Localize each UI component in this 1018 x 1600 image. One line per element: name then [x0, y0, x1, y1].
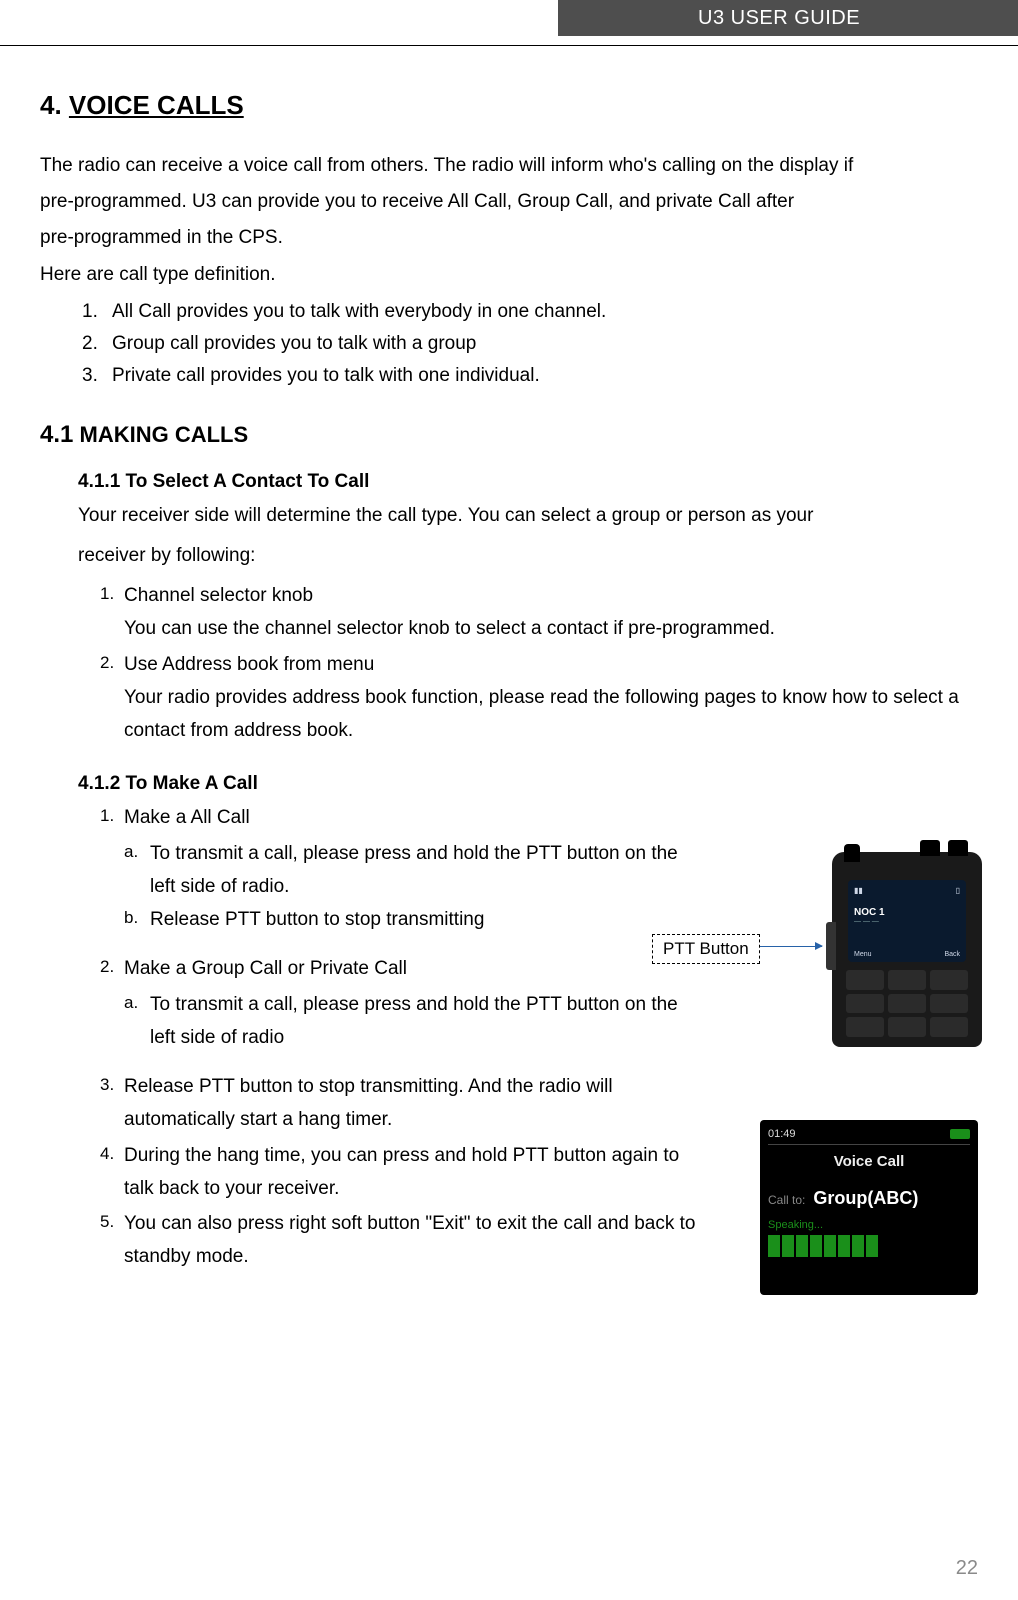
call-to-group: Group(ABC) [813, 1188, 918, 1209]
list-item: 3.Private call provides you to talk with… [82, 360, 980, 392]
list-item: 1.All Call provides you to talk with eve… [82, 296, 980, 328]
list-item: 2.Use Address book from menu Your radio … [100, 648, 980, 748]
radio-knob [948, 840, 968, 856]
screen-status-bar: 01:49 [768, 1128, 970, 1145]
battery-icon [950, 1129, 970, 1139]
list-item: 1.Channel selector knob You can use the … [100, 579, 980, 646]
subsection-title: MAKING CALLS [80, 422, 249, 447]
intro-line-3: pre-programmed in the CPS. [40, 221, 980, 255]
ptt-label: PTT Button [652, 934, 760, 964]
list-item: 2.Group call provides you to talk with a… [82, 328, 980, 360]
call-to-label: Call to: [768, 1193, 805, 1207]
page-number: 22 [956, 1557, 978, 1580]
speaking-label: Speaking... [768, 1219, 970, 1231]
heading-text: VOICE CALLS [69, 90, 244, 120]
subsection-number: 4.1 [40, 421, 73, 448]
radio-antenna [844, 844, 860, 862]
heading-412: 4.1.2 To Make A Call [78, 773, 980, 795]
section-number: 4. [40, 90, 62, 120]
header-bar: U3 USER GUIDE [558, 0, 1018, 36]
s411-intro-2: receiver by following: [78, 539, 980, 573]
radio-knob [920, 840, 940, 856]
definition-list: 1.All Call provides you to talk with eve… [40, 296, 980, 393]
figure-voice-call-screen: 01:49 Voice Call Call to: Group(ABC) Spe… [760, 1120, 978, 1295]
header-title: U3 USER GUIDE [698, 7, 860, 30]
header-divider [0, 45, 1018, 46]
heading-411: 4.1.1 To Select A Contact To Call [78, 471, 980, 493]
radio-ptt-button [826, 922, 836, 970]
page-content: 4. VOICE CALLS The radio can receive a v… [40, 90, 980, 1276]
signal-bars-icon [768, 1235, 970, 1257]
figure-radio: PTT Button ▮▮▯ NOC 1 — — — MenuBack [652, 852, 982, 1047]
radio-body-illustration: ▮▮▯ NOC 1 — — — MenuBack [832, 852, 982, 1047]
heading-voice-calls: 4. VOICE CALLS [40, 90, 980, 121]
radio-screen: ▮▮▯ NOC 1 — — — MenuBack [848, 880, 966, 962]
s411-intro-1: Your receiver side will determine the ca… [78, 499, 980, 533]
screen-call-to-row: Call to: Group(ABC) [768, 1188, 970, 1209]
screen-time: 01:49 [768, 1128, 796, 1140]
radio-keypad [846, 970, 968, 1037]
screen-title: Voice Call [768, 1153, 970, 1170]
select-list: 1.Channel selector knob You can use the … [78, 579, 980, 747]
intro-line-1: The radio can receive a voice call from … [40, 149, 980, 183]
heading-making-calls: 4.1 MAKING CALLS [40, 421, 980, 449]
arrow-icon [760, 946, 822, 947]
subsection-411: 4.1.1 To Select A Contact To Call Your r… [78, 471, 980, 748]
def-intro: Here are call type definition. [40, 258, 980, 292]
intro-line-2: pre-programmed. U3 can provide you to re… [40, 185, 980, 219]
